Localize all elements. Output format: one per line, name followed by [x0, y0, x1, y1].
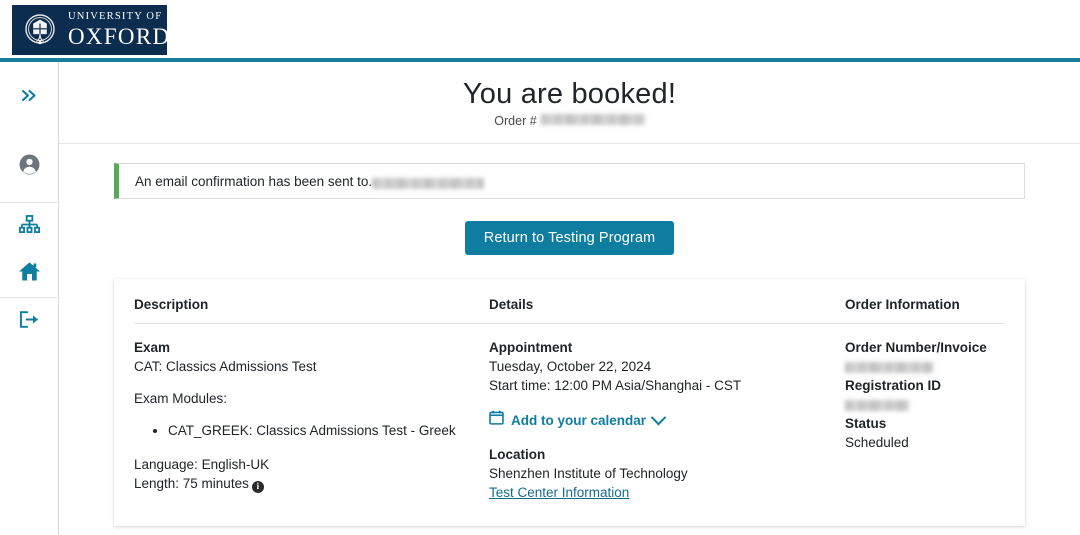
page-title: You are booked!: [462, 78, 677, 110]
page-header: UNIVERSITY OF OXFORD: [0, 0, 1080, 58]
order-number-invoice-label: Order Number/Invoice: [845, 340, 987, 355]
calendar-icon: [489, 410, 504, 430]
exam-length: Length: 75 minutes: [134, 476, 249, 491]
order-number-invoice-redacted: [845, 361, 933, 373]
main-content: You are booked! Order # An email confirm…: [59, 62, 1080, 535]
logout-icon: [18, 310, 40, 334]
email-redacted-value: [372, 177, 485, 189]
home-icon: [18, 261, 41, 287]
sidebar-item-expand[interactable]: [0, 74, 58, 121]
test-center-information-link[interactable]: Test Center Information: [489, 485, 629, 500]
booking-details-header-row: Description Details Order Information: [134, 297, 1005, 324]
return-to-testing-program-button[interactable]: Return to Testing Program: [464, 221, 675, 255]
exam-value: CAT: Classics Admissions Test: [134, 359, 317, 374]
oxford-crest-icon: [20, 10, 60, 50]
list-item: CAT_GREEK: Classics Admissions Test - Gr…: [168, 421, 489, 440]
sidebar-item-sign-out[interactable]: [0, 298, 58, 345]
chevron-double-right-icon: [21, 88, 38, 108]
description-column: Exam CAT: Classics Admissions Test Exam …: [134, 338, 489, 502]
add-to-calendar-button[interactable]: Add to your calendar: [489, 409, 667, 430]
order-number-invoice-value: [845, 357, 1005, 376]
app-shell: You are booked! Order # An email confirm…: [0, 62, 1080, 535]
details-column: Appointment Tuesday, October 22, 2024 St…: [489, 338, 845, 502]
status-badge: Scheduled: [845, 435, 909, 450]
exam-modules-label: Exam Modules:: [134, 391, 228, 406]
add-to-calendar-label: Add to your calendar: [511, 412, 647, 428]
sidebar-item-org-chart[interactable]: [0, 203, 58, 250]
info-icon[interactable]: i: [251, 480, 264, 493]
appointment-label: Appointment: [489, 340, 573, 355]
appointment-date: Tuesday, October 22, 2024: [489, 359, 652, 374]
appointment-time: Start time: 12:00 PM Asia/Shanghai - CST: [489, 378, 742, 393]
logo-line-university: UNIVERSITY OF: [68, 11, 163, 23]
booking-details-body-row: Exam CAT: Classics Admissions Test Exam …: [134, 324, 1005, 502]
primary-action-row: Return to Testing Program: [59, 221, 1080, 255]
header-divider: [59, 143, 1080, 144]
sidebar-rail: [0, 62, 59, 535]
booking-details-card: Description Details Order Information Ex…: [114, 279, 1025, 526]
sitemap-icon: [18, 214, 40, 239]
sidebar-item-home[interactable]: [0, 250, 58, 297]
sidebar-item-account[interactable]: [0, 143, 58, 190]
order-information-column: Order Number/Invoice Registration ID Sta…: [845, 338, 1005, 502]
email-confirmation-banner: An email confirmation has been sent to.: [114, 163, 1025, 199]
exam-length-row: Length: 75 minutes i: [134, 474, 489, 493]
column-header-order-information: Order Information: [845, 297, 960, 312]
exam-label: Exam: [134, 340, 171, 355]
exam-modules-list: CAT_GREEK: Classics Admissions Test - Gr…: [134, 421, 489, 440]
confirmation-header: You are booked! Order #: [59, 62, 1080, 130]
location-value: Shenzhen Institute of Technology: [489, 466, 688, 481]
registration-id-value: [845, 395, 1005, 414]
chevron-down-icon: [650, 409, 667, 425]
email-confirmation-text: An email confirmation has been sent to.: [135, 173, 373, 189]
registration-id-label: Registration ID: [845, 378, 942, 393]
location-label: Location: [489, 447, 546, 462]
account-circle-icon: [18, 153, 41, 181]
exam-language: Language: English-UK: [134, 457, 270, 472]
order-number-redacted-value: [540, 114, 645, 125]
order-number-label: Order #: [494, 114, 537, 128]
logo-line-oxford: OXFORD: [68, 23, 171, 49]
order-number-line: Order #: [494, 114, 645, 128]
column-header-details: Details: [489, 297, 534, 312]
status-label: Status: [845, 416, 887, 431]
column-header-description: Description: [134, 297, 209, 312]
oxford-logo[interactable]: UNIVERSITY OF OXFORD: [12, 5, 171, 55]
registration-id-redacted: [845, 399, 909, 411]
